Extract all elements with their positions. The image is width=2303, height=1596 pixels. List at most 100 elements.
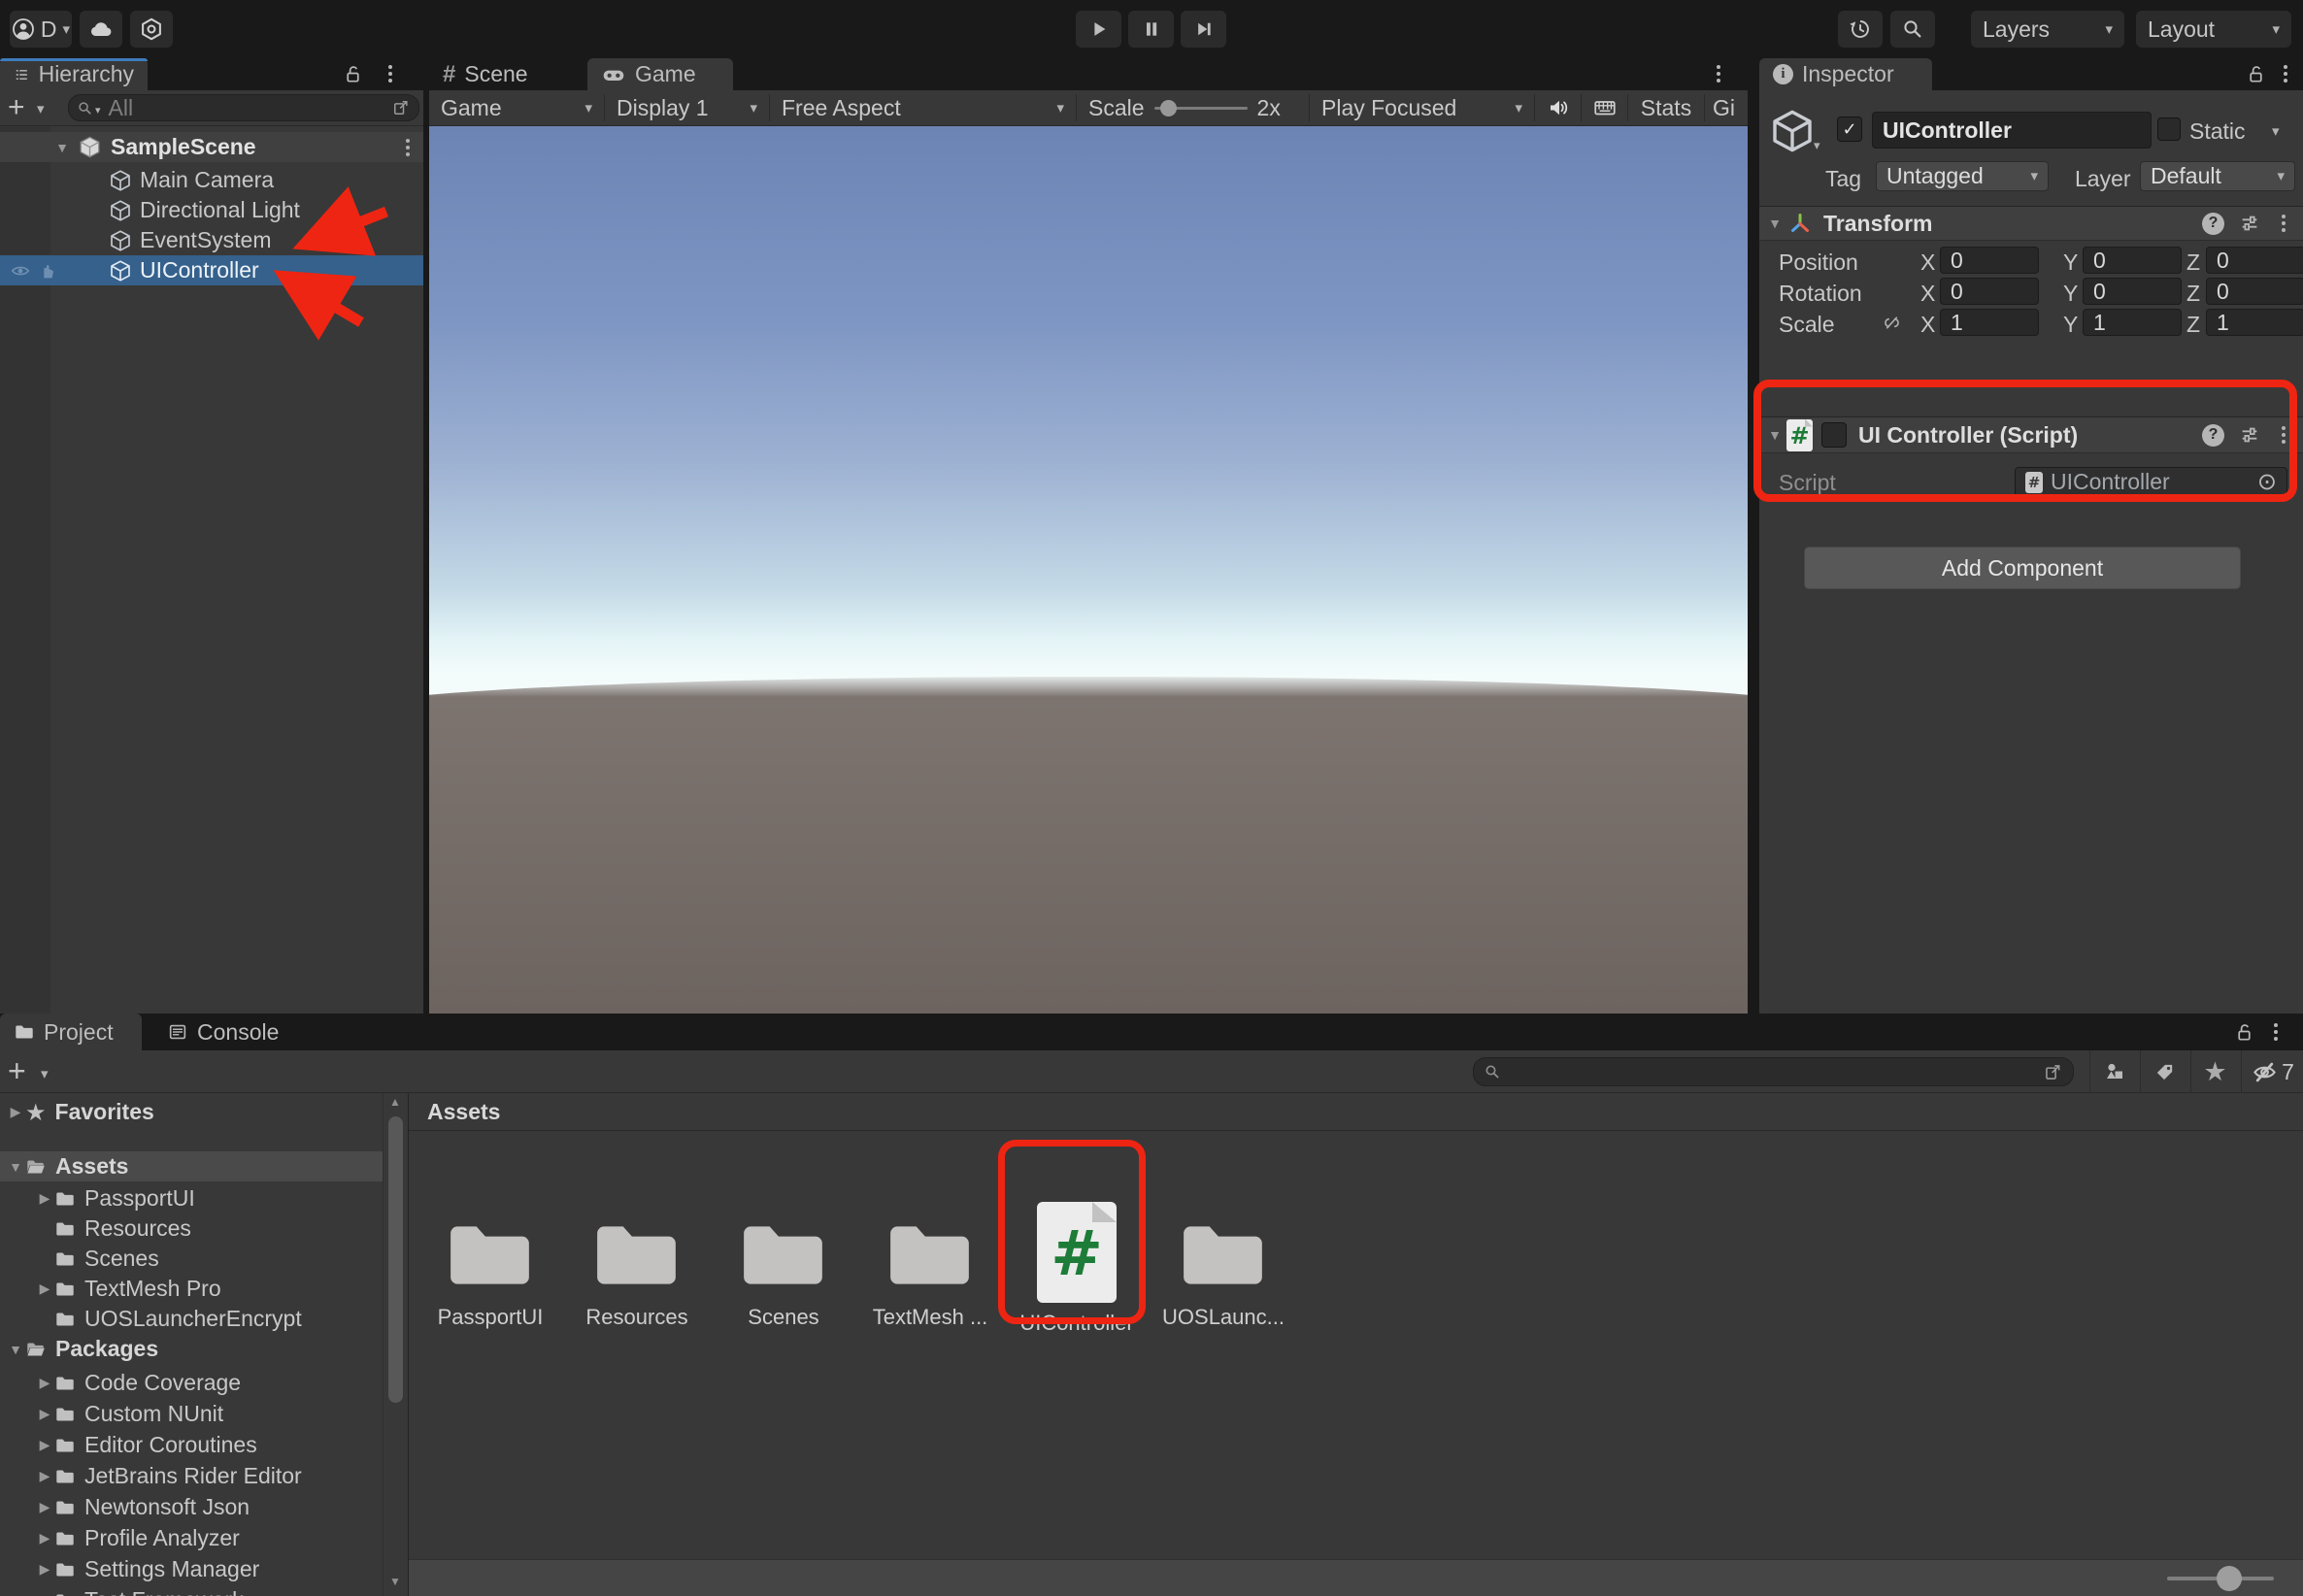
project-tree-item[interactable]: ▶Settings Manager — [0, 1554, 383, 1584]
gameobject-caret[interactable]: ▾ — [1814, 139, 1820, 151]
foldout-right-icon[interactable]: ▶ — [35, 1375, 54, 1391]
layer-dropdown[interactable]: Default▾ — [2140, 161, 2295, 191]
presets-icon[interactable] — [2239, 213, 2260, 234]
create-dropdown-caret[interactable]: ▾ — [37, 102, 45, 116]
gameobject-name-field[interactable]: UIController — [1872, 112, 2152, 149]
foldout-right-icon[interactable]: ▶ — [35, 1530, 54, 1546]
scale-slider-knob[interactable] — [1160, 100, 1177, 116]
hierarchy-item[interactable]: EventSystem — [0, 225, 423, 255]
stats-toggle[interactable]: Stats — [1628, 90, 1704, 125]
open-new-window-icon[interactable] — [2043, 1062, 2063, 1082]
inspector-menu-kebab-icon[interactable] — [2284, 65, 2287, 83]
foldout-right-icon[interactable]: ▶ — [35, 1190, 54, 1207]
axis-value-field[interactable]: 0 — [2206, 247, 2303, 274]
display-dropdown[interactable]: Display 1▾ — [605, 90, 769, 125]
project-menu-kebab-icon[interactable] — [2274, 1023, 2278, 1041]
static-checkbox[interactable] — [2157, 117, 2181, 141]
favorites-filter-button[interactable]: ★ — [2190, 1050, 2239, 1093]
plastic-scm-button[interactable] — [130, 11, 173, 48]
step-button[interactable] — [1181, 11, 1226, 48]
axis-value-field[interactable]: 1 — [2083, 309, 2182, 336]
foldout-right-icon[interactable]: ▶ — [35, 1468, 54, 1484]
open-new-window-icon[interactable] — [391, 98, 411, 117]
project-tree-item[interactable]: ▶★Favorites — [0, 1097, 383, 1127]
undo-history-button[interactable] — [1838, 11, 1883, 48]
script-kebab-icon[interactable] — [2282, 426, 2286, 444]
foldout-right-icon[interactable]: ▶ — [35, 1561, 54, 1578]
icon-size-slider-knob[interactable] — [2217, 1566, 2242, 1591]
vsync-keyboard-button[interactable] — [1582, 90, 1627, 125]
scale-slider[interactable] — [1154, 90, 1248, 125]
create-plus-button[interactable]: + — [8, 1053, 26, 1089]
scene-menu-kebab-icon[interactable] — [406, 139, 410, 156]
help-icon[interactable]: ? — [2202, 213, 2224, 235]
aspect-dropdown[interactable]: Free Aspect▾ — [770, 90, 1076, 125]
hierarchy-item[interactable]: Directional Light — [0, 195, 423, 225]
gizmos-dropdown[interactable]: Gi — [1705, 90, 1748, 125]
scroll-up-icon[interactable]: ▲ — [389, 1095, 401, 1109]
component-enabled-checkbox[interactable] — [1821, 422, 1847, 448]
hierarchy-item[interactable]: Main Camera — [0, 165, 423, 195]
asset-item[interactable]: Scenes — [711, 1202, 856, 1330]
display-target-dropdown[interactable]: Game▾ — [429, 90, 604, 125]
project-tree-item[interactable]: ▼Packages — [0, 1334, 383, 1364]
project-tree-item[interactable]: ▶Editor Coroutines — [0, 1430, 383, 1460]
game-viewport[interactable] — [429, 126, 1748, 1014]
link-broken-icon[interactable] — [1882, 313, 1902, 333]
hierarchy-item[interactable]: UIController — [0, 255, 423, 285]
mute-audio-button[interactable] — [1535, 90, 1581, 125]
search-filter-caret[interactable]: ▾ — [95, 106, 101, 116]
play-button[interactable] — [1076, 11, 1121, 48]
tag-dropdown[interactable]: Untagged▾ — [1876, 161, 2049, 191]
foldout-right-icon[interactable]: ▶ — [35, 1406, 54, 1422]
tab-project[interactable]: Project — [0, 1014, 142, 1050]
hierarchy-search-field[interactable]: ▾ All — [68, 94, 419, 121]
foldout-right-icon[interactable]: ▶ — [35, 1280, 54, 1297]
project-tree-scrollbar[interactable]: ▲ ▼ — [383, 1093, 408, 1596]
lock-open-icon[interactable] — [342, 63, 364, 85]
presets-icon[interactable] — [2239, 424, 2260, 446]
game-menu-kebab-icon[interactable] — [1717, 65, 1720, 83]
script-object-field[interactable]: # UIController ⊙ — [2015, 467, 2287, 497]
project-search-field[interactable] — [1473, 1057, 2074, 1086]
layers-dropdown[interactable]: Layers ▾ — [1971, 11, 2124, 48]
transform-header[interactable]: ▼ Transform ? — [1759, 206, 2303, 241]
object-picker-icon[interactable]: ⊙ — [2257, 471, 2277, 494]
foldout-right-icon[interactable]: ▶ — [6, 1104, 25, 1120]
layout-dropdown[interactable]: Layout ▾ — [2136, 11, 2291, 48]
pick-hand-icon[interactable] — [37, 260, 58, 282]
foldout-down-icon[interactable]: ▼ — [52, 140, 72, 155]
project-tree-item[interactable]: ▶TextMesh Pro — [0, 1274, 383, 1304]
axis-value-field[interactable]: 0 — [2083, 278, 2182, 305]
axis-value-field[interactable]: 0 — [1940, 278, 2039, 305]
filter-by-label-button[interactable] — [2140, 1050, 2188, 1093]
axis-value-field[interactable]: 1 — [1940, 309, 2039, 336]
global-search-button[interactable] — [1890, 11, 1935, 48]
foldout-right-icon[interactable]: ▶ — [35, 1592, 54, 1596]
project-tree-item[interactable]: ▶Newtonsoft Json — [0, 1492, 383, 1522]
create-dropdown-caret[interactable]: ▾ — [41, 1067, 49, 1081]
project-tree-item[interactable]: ▶Profile Analyzer — [0, 1523, 383, 1553]
foldout-right-icon[interactable]: ▶ — [35, 1437, 54, 1453]
asset-item[interactable]: #UIController — [1004, 1202, 1150, 1336]
tab-scene[interactable]: # Scene — [429, 58, 587, 90]
scrollbar-thumb[interactable] — [388, 1116, 403, 1403]
asset-item[interactable]: TextMesh ... — [857, 1202, 1003, 1330]
tab-hierarchy[interactable]: Hierarchy — [0, 58, 148, 90]
foldout-down-icon[interactable]: ▼ — [1765, 216, 1785, 231]
project-tree-item[interactable]: Scenes — [0, 1244, 383, 1274]
project-tree-item[interactable]: ▶Custom NUnit — [0, 1399, 383, 1429]
tab-inspector[interactable]: i Inspector — [1759, 58, 1932, 90]
hierarchy-menu-kebab-icon[interactable] — [388, 65, 392, 83]
scene-row[interactable]: ▼ SampleScene — [0, 132, 423, 162]
axis-value-field[interactable]: 1 — [2206, 309, 2303, 336]
account-button[interactable]: D ▾ — [10, 11, 72, 48]
scroll-down-icon[interactable]: ▼ — [389, 1575, 401, 1588]
project-tree-item[interactable]: ▶Test Framework — [0, 1585, 383, 1596]
project-tree-item[interactable]: ▶JetBrains Rider Editor — [0, 1461, 383, 1491]
project-tree-item[interactable]: Resources — [0, 1214, 383, 1244]
lock-open-icon[interactable] — [2233, 1021, 2255, 1044]
hidden-count-button[interactable]: 7 — [2241, 1050, 2303, 1093]
pause-button[interactable] — [1128, 11, 1174, 48]
asset-item[interactable]: Resources — [564, 1202, 710, 1330]
